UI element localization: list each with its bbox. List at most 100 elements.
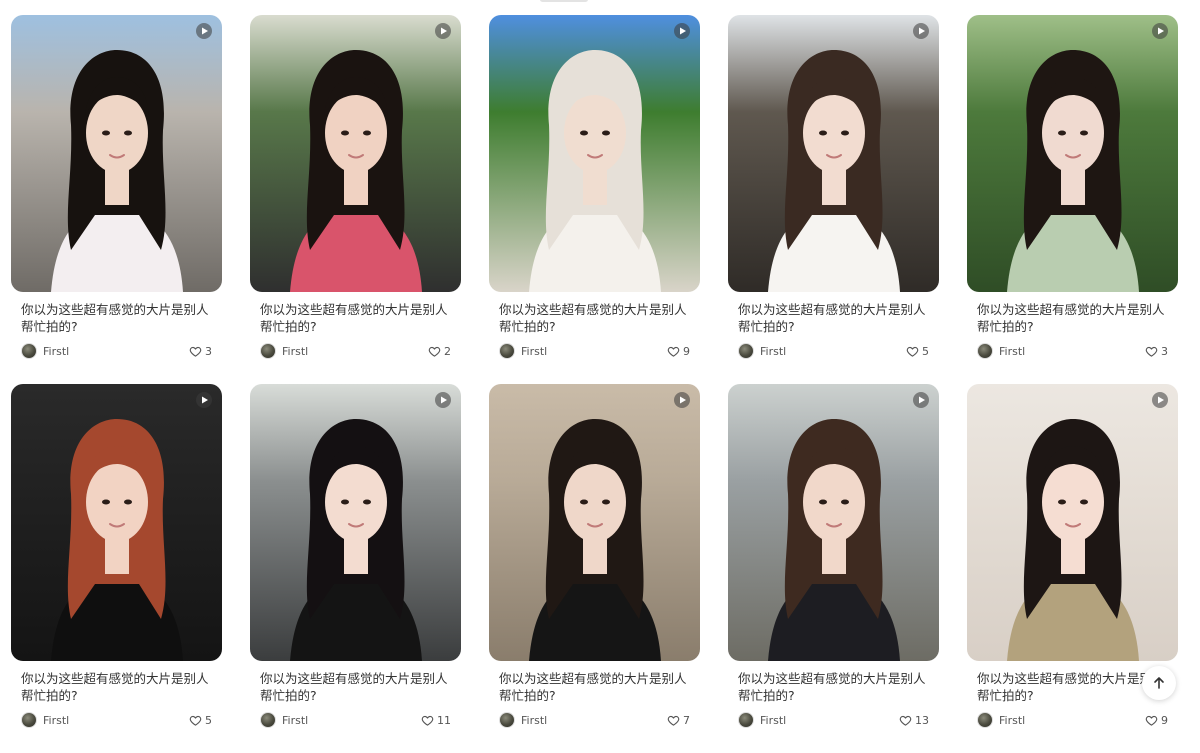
note-cover[interactable] bbox=[967, 384, 1178, 661]
note-title[interactable]: 你以为这些超有感觉的大片是别人帮忙拍的? bbox=[21, 301, 212, 335]
author-link[interactable]: Firstl bbox=[977, 343, 1025, 359]
like-count: 7 bbox=[683, 713, 690, 727]
note-card[interactable]: 你以为这些超有感觉的大片是别人帮忙拍的? Firstl 7 bbox=[489, 384, 700, 753]
like-count: 2 bbox=[444, 344, 451, 358]
note-meta: Firstl 2 bbox=[260, 343, 451, 359]
note-title[interactable]: 你以为这些超有感觉的大片是别人帮忙拍的? bbox=[738, 301, 929, 335]
note-meta: Firstl 9 bbox=[499, 343, 690, 359]
author-link[interactable]: Firstl bbox=[499, 712, 547, 728]
like-button[interactable]: 13 bbox=[899, 714, 929, 727]
author-link[interactable]: Firstl bbox=[260, 343, 308, 359]
note-cover[interactable] bbox=[489, 384, 700, 661]
note-title[interactable]: 你以为这些超有感觉的大片是别人帮忙拍的? bbox=[499, 670, 690, 704]
like-button[interactable]: 11 bbox=[421, 714, 451, 727]
author-link[interactable]: Firstl bbox=[260, 712, 308, 728]
avatar bbox=[738, 343, 754, 359]
author-link[interactable]: Firstl bbox=[21, 343, 69, 359]
author-name: Firstl bbox=[43, 713, 70, 727]
note-title[interactable]: 你以为这些超有感觉的大片是别人帮忙拍的? bbox=[499, 301, 690, 335]
heart-icon bbox=[906, 346, 919, 357]
note-card[interactable]: 你以为这些超有感觉的大片是别人帮忙拍的? Firstl 3 bbox=[11, 15, 222, 384]
note-card[interactable]: 你以为这些超有感觉的大片是别人帮忙拍的? Firstl 2 bbox=[250, 15, 461, 384]
note-title[interactable]: 你以为这些超有感觉的大片是别人帮忙拍的? bbox=[738, 670, 929, 704]
like-button[interactable]: 5 bbox=[906, 345, 929, 358]
note-cover[interactable] bbox=[250, 15, 461, 292]
note-title[interactable]: 你以为这些超有感觉的大片是别人帮忙拍的? bbox=[260, 301, 451, 335]
note-cover[interactable] bbox=[11, 384, 222, 661]
cover-photo bbox=[11, 384, 222, 661]
note-meta: Firstl 5 bbox=[21, 712, 212, 728]
author-name: Firstl bbox=[999, 344, 1026, 358]
avatar bbox=[260, 343, 276, 359]
like-button[interactable]: 2 bbox=[428, 345, 451, 358]
like-count: 5 bbox=[922, 344, 929, 358]
play-icon bbox=[196, 23, 212, 39]
author-name: Firstl bbox=[760, 713, 787, 727]
like-button[interactable]: 3 bbox=[1145, 345, 1168, 358]
heart-icon bbox=[667, 346, 680, 357]
note-card[interactable]: 你以为这些超有感觉的大片是别人帮忙拍的? Firstl 9 bbox=[967, 384, 1178, 753]
like-button[interactable]: 9 bbox=[667, 345, 690, 358]
play-icon bbox=[1152, 392, 1168, 408]
author-link[interactable]: Firstl bbox=[499, 343, 547, 359]
note-cover[interactable] bbox=[967, 15, 1178, 292]
note-meta: Firstl 3 bbox=[977, 343, 1168, 359]
author-link[interactable]: Firstl bbox=[738, 712, 786, 728]
avatar bbox=[499, 343, 515, 359]
play-icon bbox=[196, 392, 212, 408]
author-name: Firstl bbox=[282, 713, 309, 727]
heart-icon bbox=[899, 715, 912, 726]
feed-grid: 你以为这些超有感觉的大片是别人帮忙拍的? Firstl 3 你以为这些超有感觉的… bbox=[11, 15, 1178, 753]
play-icon bbox=[913, 23, 929, 39]
play-icon bbox=[1152, 23, 1168, 39]
back-to-top-button[interactable] bbox=[1142, 666, 1176, 700]
like-button[interactable]: 7 bbox=[667, 714, 690, 727]
cover-photo bbox=[728, 15, 939, 292]
author-name: Firstl bbox=[521, 344, 548, 358]
heart-icon bbox=[421, 715, 434, 726]
arrow-up-icon bbox=[1154, 677, 1164, 689]
author-link[interactable]: Firstl bbox=[21, 712, 69, 728]
note-title[interactable]: 你以为这些超有感觉的大片是别人帮忙拍的? bbox=[977, 301, 1168, 335]
heart-icon bbox=[189, 715, 202, 726]
heart-icon bbox=[667, 715, 680, 726]
avatar bbox=[21, 343, 37, 359]
note-title[interactable]: 你以为这些超有感觉的大片是别人帮忙拍的? bbox=[21, 670, 212, 704]
author-link[interactable]: Firstl bbox=[738, 343, 786, 359]
note-card[interactable]: 你以为这些超有感觉的大片是别人帮忙拍的? Firstl 5 bbox=[11, 384, 222, 753]
note-card[interactable]: 你以为这些超有感觉的大片是别人帮忙拍的? Firstl 9 bbox=[489, 15, 700, 384]
cover-photo bbox=[11, 15, 222, 292]
note-card[interactable]: 你以为这些超有感觉的大片是别人帮忙拍的? Firstl 13 bbox=[728, 384, 939, 753]
note-cover[interactable] bbox=[728, 384, 939, 661]
cover-photo bbox=[489, 15, 700, 292]
note-title[interactable]: 你以为这些超有感觉的大片是别人帮忙拍的? bbox=[260, 670, 451, 704]
note-cover[interactable] bbox=[250, 384, 461, 661]
cover-photo bbox=[967, 15, 1178, 292]
author-name: Firstl bbox=[282, 344, 309, 358]
note-card[interactable]: 你以为这些超有感觉的大片是别人帮忙拍的? Firstl 5 bbox=[728, 15, 939, 384]
like-button[interactable]: 3 bbox=[189, 345, 212, 358]
note-cover[interactable] bbox=[11, 15, 222, 292]
note-card[interactable]: 你以为这些超有感觉的大片是别人帮忙拍的? Firstl 11 bbox=[250, 384, 461, 753]
note-title[interactable]: 你以为这些超有感觉的大片是别人帮忙拍的? bbox=[977, 670, 1168, 704]
heart-icon bbox=[1145, 715, 1158, 726]
avatar bbox=[977, 343, 993, 359]
like-count: 13 bbox=[915, 713, 929, 727]
author-link[interactable]: Firstl bbox=[977, 712, 1025, 728]
play-icon bbox=[435, 392, 451, 408]
heart-icon bbox=[1145, 346, 1158, 357]
note-cover[interactable] bbox=[728, 15, 939, 292]
play-icon bbox=[674, 392, 690, 408]
avatar bbox=[260, 712, 276, 728]
author-name: Firstl bbox=[521, 713, 548, 727]
cover-photo bbox=[489, 384, 700, 661]
note-meta: Firstl 7 bbox=[499, 712, 690, 728]
note-card[interactable]: 你以为这些超有感觉的大片是别人帮忙拍的? Firstl 3 bbox=[967, 15, 1178, 384]
author-name: Firstl bbox=[999, 713, 1026, 727]
note-meta: Firstl 5 bbox=[738, 343, 929, 359]
note-cover[interactable] bbox=[489, 15, 700, 292]
like-button[interactable]: 5 bbox=[189, 714, 212, 727]
like-button[interactable]: 9 bbox=[1145, 714, 1168, 727]
like-count: 5 bbox=[205, 713, 212, 727]
like-count: 9 bbox=[683, 344, 690, 358]
